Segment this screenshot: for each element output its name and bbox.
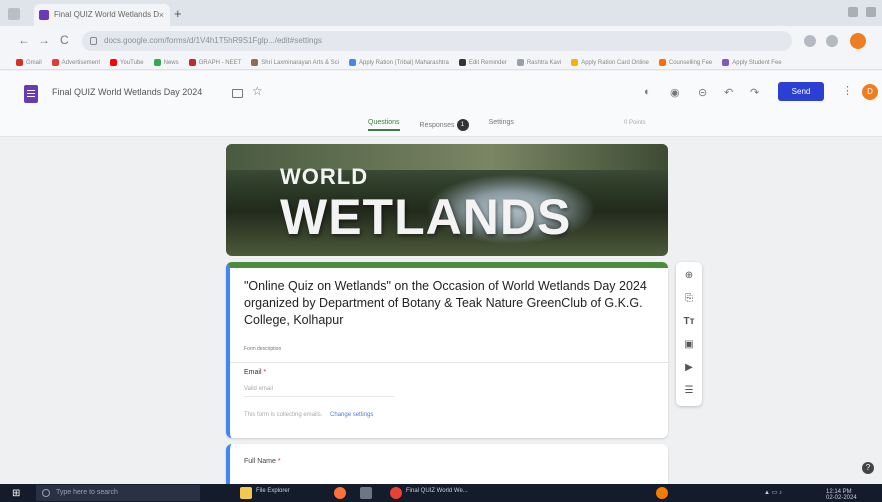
windows-taskbar: ⊞ Type here to search File Explorer Fina… (0, 484, 882, 502)
taskbar-search-input[interactable]: Type here to search (36, 485, 200, 501)
required-asterisk: * (277, 458, 281, 465)
windows-start-icon[interactable]: ⊞ (12, 488, 20, 499)
banner-text-wetlands: WETLANDS (280, 189, 572, 245)
extensions-icon[interactable] (826, 35, 838, 47)
window-maximize-icon[interactable] (866, 7, 876, 17)
change-settings-link[interactable]: Change settings (330, 412, 373, 418)
email-input[interactable]: Valid email (244, 386, 394, 397)
add-image-icon[interactable]: ▣ (676, 339, 702, 350)
chrome-icon[interactable] (390, 487, 402, 499)
palette-icon[interactable]: ◐ (644, 86, 651, 98)
search-icon (42, 489, 50, 497)
bookmark-favicon-icon (153, 59, 161, 66)
taskbar-item-file-explorer[interactable]: File Explorer (256, 488, 290, 494)
card-divider (230, 362, 668, 363)
address-bar-row: ← → C docs.google.com/forms/d/1V4h1T5hR9… (0, 26, 882, 56)
browser-tab[interactable]: Final QUIZ World Wetlands D × (34, 4, 170, 26)
reload-icon[interactable]: C (60, 33, 69, 47)
form-doc-title[interactable]: Final QUIZ World Wetlands Day 2024 (52, 87, 202, 97)
bookmark-item[interactable]: Apply Ration Card Online (571, 59, 649, 66)
account-avatar[interactable]: D (862, 84, 878, 100)
browser-profile-avatar[interactable] (850, 33, 866, 49)
bookmark-item[interactable]: Counselling Fee (658, 59, 712, 66)
bookmark-favicon-icon (658, 59, 666, 66)
bookmark-favicon-icon (16, 59, 23, 66)
bookmark-item[interactable]: News (153, 59, 179, 66)
tab-responses[interactable]: Responses 1 (420, 119, 469, 131)
undo-icon[interactable]: ↶ (724, 86, 733, 99)
forward-icon[interactable]: → (38, 33, 50, 47)
preview-eye-icon[interactable]: ◉ (670, 86, 680, 99)
question-card-full-name[interactable]: Full Name * (226, 444, 668, 484)
add-video-icon[interactable]: ▶ (676, 362, 702, 373)
browser-tab-title: Final QUIZ World Wetlands D (54, 10, 160, 19)
form-title-card[interactable]: "Online Quiz on Wetlands" on the Occasio… (226, 262, 668, 438)
bookmark-star-icon[interactable] (804, 35, 816, 47)
bookmark-item[interactable]: Edit Reminder (458, 59, 507, 66)
back-icon[interactable]: ← (18, 33, 30, 47)
redo-icon[interactable]: ↷ (750, 86, 759, 99)
window-minimize-icon[interactable] (848, 7, 858, 17)
bookmark-item[interactable]: YouTube (110, 59, 144, 66)
bookmark-favicon-icon (722, 59, 730, 66)
tab-settings[interactable]: Settings (489, 119, 514, 131)
bookmark-item[interactable]: Rashtra Kavi (516, 59, 561, 66)
form-tabs: Questions Responses 1 Settings (368, 119, 514, 131)
full-name-label: Full Name * (244, 458, 281, 465)
import-questions-icon[interactable]: ⎘ (676, 293, 702, 304)
bookmark-favicon-icon (516, 59, 524, 66)
forms-header: Final QUIZ World Wetlands Day 2024 ☆ ◐ ◉… (0, 71, 882, 137)
bookmark-favicon-icon (110, 59, 118, 66)
add-title-icon[interactable]: Tт (676, 316, 702, 327)
bookmark-favicon-icon (51, 59, 59, 66)
new-tab-icon[interactable]: + (174, 6, 182, 21)
send-button[interactable]: Send (778, 82, 824, 101)
help-icon[interactable]: ? (862, 462, 874, 474)
tab-questions[interactable]: Questions (368, 119, 400, 131)
form-title[interactable]: "Online Quiz on Wetlands" on the Occasio… (244, 278, 660, 329)
bookmark-item[interactable]: Gmail (16, 59, 42, 66)
banner-text-world: WORLD (280, 164, 369, 189)
bookmark-favicon-icon (458, 59, 466, 66)
taskbar-item-chrome[interactable]: Final QUIZ World We... (406, 488, 468, 494)
file-explorer-icon[interactable] (240, 487, 252, 499)
bookmarks-bar: Gmail Advertisement YouTube News GRAPH -… (0, 56, 882, 70)
email-label: Email * (244, 369, 267, 376)
bookmark-item[interactable]: Apply Student Fee (722, 59, 782, 66)
google-forms-favicon-icon (39, 10, 49, 20)
bookmark-item[interactable]: Apply Ration (Tribal) Maharashtra (349, 59, 449, 66)
bookmark-favicon-icon (349, 59, 356, 66)
more-options-icon[interactable]: ⋮ (842, 84, 853, 97)
star-icon[interactable]: ☆ (252, 84, 263, 98)
question-toolbar: ⊕ ⎘ Tт ▣ ▶ ☰ (676, 262, 702, 406)
firefox-icon[interactable] (334, 487, 346, 499)
browser-tab-strip: Final QUIZ World Wetlands D × + (0, 0, 882, 26)
taskbar-clock[interactable]: 12:14 PM 02-02-2024 (826, 489, 857, 501)
form-description[interactable]: Form description (244, 346, 281, 352)
add-question-icon[interactable]: ⊕ (676, 270, 702, 281)
required-asterisk: * (263, 369, 267, 376)
collecting-emails-note: This form is collecting emails. Change s… (244, 412, 374, 418)
system-tray-icons[interactable]: ▲ ▭ ♪ (764, 489, 782, 496)
bookmark-favicon-icon (251, 59, 259, 66)
url-text: docs.google.com/forms/d/1V4h1T5hR9S1Fglp… (104, 36, 322, 45)
app-icon[interactable] (360, 487, 372, 499)
lock-icon (90, 37, 97, 45)
total-points-label: 0 Points (624, 120, 646, 126)
url-input[interactable]: docs.google.com/forms/d/1V4h1T5hR9S1Fglp… (82, 31, 792, 51)
bookmark-item[interactable]: GRAPH - NEET (188, 59, 241, 66)
add-section-icon[interactable]: ☰ (676, 385, 702, 396)
weather-icon (656, 487, 668, 499)
link-icon[interactable]: ⊝ (698, 86, 707, 99)
google-forms-logo-icon[interactable] (24, 85, 38, 103)
form-header-banner: WORLD WETLANDS (226, 144, 668, 256)
tab-search-icon[interactable] (8, 8, 20, 20)
bookmark-item[interactable]: Shri Laxminarayan Arts & Sci (251, 59, 339, 66)
responses-count-badge: 1 (456, 119, 469, 131)
folder-icon[interactable] (232, 89, 243, 98)
bookmark-favicon-icon (571, 59, 579, 66)
bookmark-favicon-icon (188, 59, 196, 66)
bookmark-item[interactable]: Advertisement (51, 59, 100, 66)
tab-close-icon[interactable]: × (159, 4, 164, 26)
